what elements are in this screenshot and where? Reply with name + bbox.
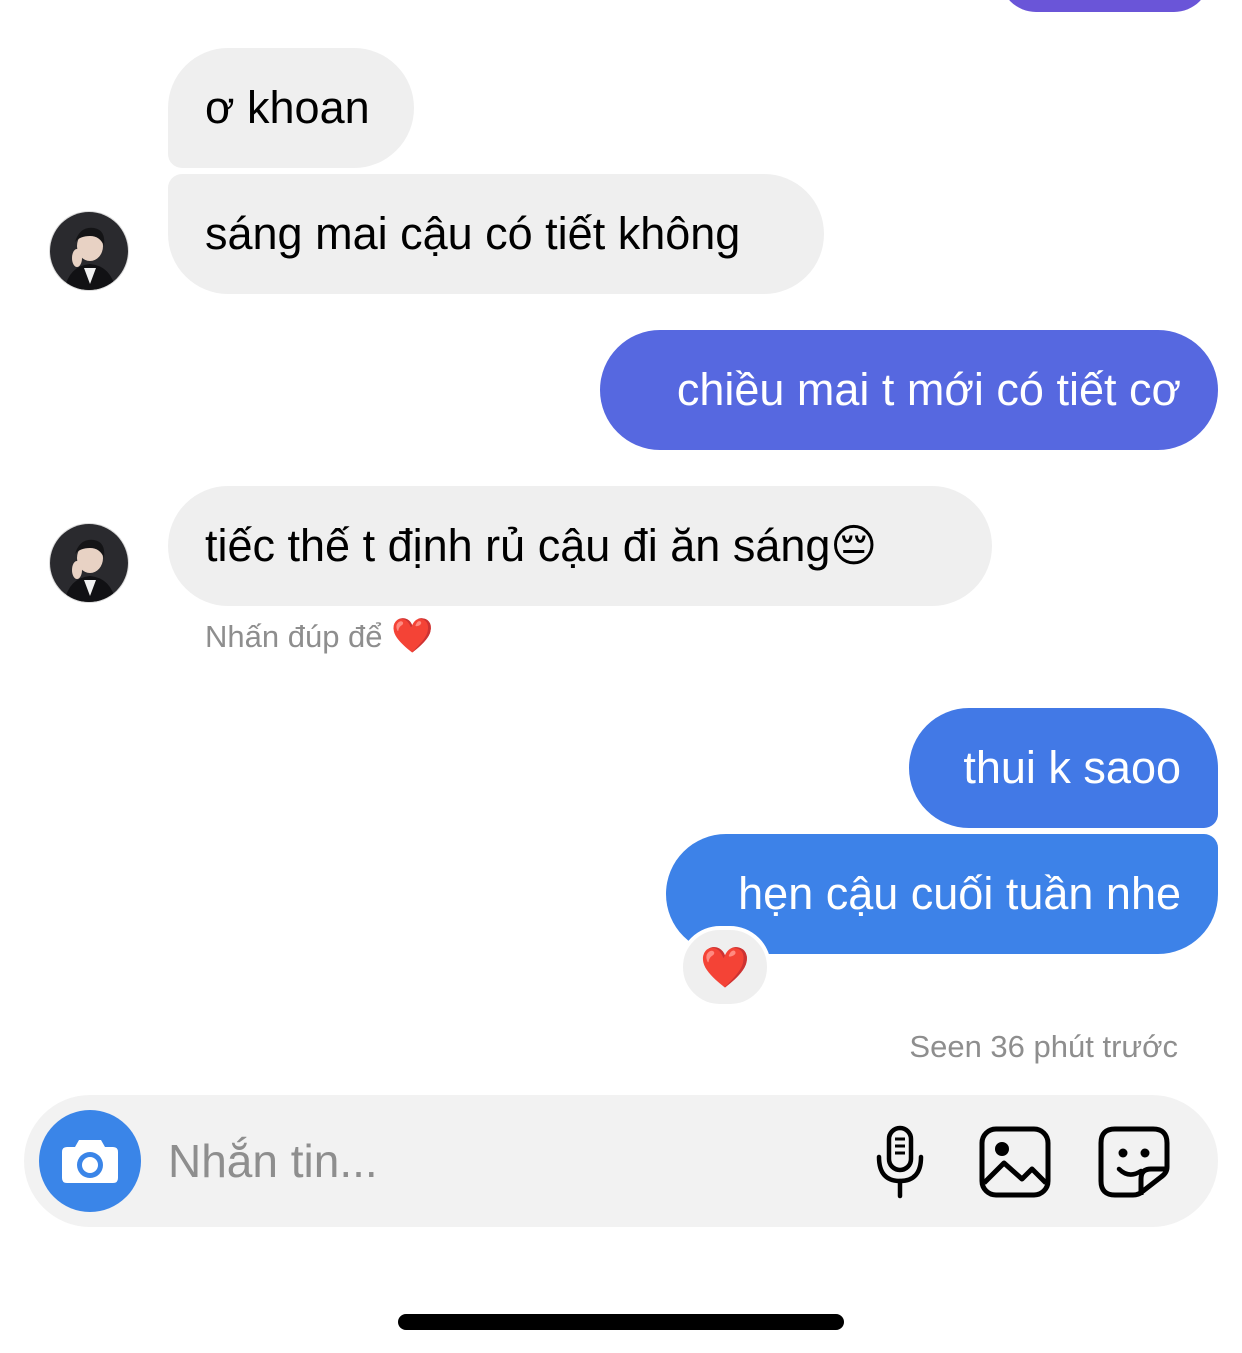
message-text: ơ khoan [205,82,370,133]
seen-status: Seen 36 phút trước [909,1029,1178,1064]
message-input[interactable] [168,1125,828,1197]
home-indicator [398,1314,844,1330]
gallery-icon [979,1126,1051,1198]
message-text: hẹn cậu cuối tuần nhe [738,868,1181,919]
message-text: thui k saoo [963,742,1181,793]
message-text: tiếc thế t định rủ cậu đi ăn sáng😔 [205,520,878,571]
incoming-message-bubble[interactable]: ơ khoan [168,48,414,168]
message-text: sáng mai cậu có tiết không [205,208,741,259]
heart-reaction-emoji: ❤️ [700,945,750,990]
incoming-message-bubble[interactable]: sáng mai cậu có tiết không [168,174,824,294]
microphone-icon [876,1125,924,1199]
message-reaction[interactable]: ❤️ [679,926,771,1008]
contact-avatar[interactable] [49,523,129,603]
previous-message-bubble[interactable] [1000,0,1210,12]
camera-icon [62,1140,118,1183]
sticker-button[interactable] [1095,1123,1173,1201]
gallery-button[interactable] [976,1123,1054,1201]
double-tap-hint: Nhấn đúp để ❤️ [205,616,434,656]
outgoing-message-bubble[interactable]: chiều mai t mới có tiết cơ [600,330,1218,450]
microphone-button[interactable] [861,1123,939,1201]
incoming-message-bubble[interactable]: tiếc thế t định rủ cậu đi ăn sáng😔 [168,486,992,606]
message-text: chiều mai t mới có tiết cơ [676,364,1181,415]
hint-text: Nhấn đúp để [205,619,383,654]
camera-button[interactable] [39,1110,141,1212]
heart-emoji: ❤️ [391,617,434,655]
sticker-icon [1098,1126,1170,1198]
outgoing-message-bubble[interactable]: thui k saoo [909,708,1218,828]
contact-avatar[interactable] [49,211,129,291]
